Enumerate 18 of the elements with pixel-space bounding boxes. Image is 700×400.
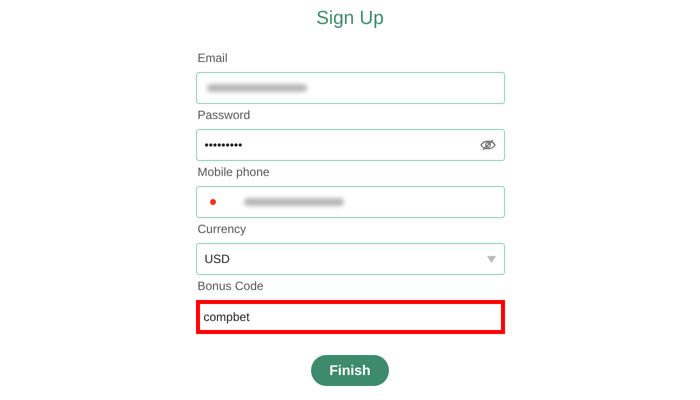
field-label: Email xyxy=(198,51,228,65)
finish-button[interactable]: Finish xyxy=(311,355,389,386)
input-field[interactable]: ••••••••• xyxy=(196,129,504,161)
page-title: Sign Up xyxy=(315,7,385,31)
field-label: Bonus Code xyxy=(198,279,264,293)
field-value: USD xyxy=(204,251,230,268)
field-value: ••••••••• xyxy=(204,137,242,154)
input-field[interactable] xyxy=(196,72,504,104)
input-field[interactable] xyxy=(196,186,504,218)
eye-icon[interactable] xyxy=(480,139,496,151)
field-value: compbet xyxy=(204,309,250,326)
field-label: Mobile phone xyxy=(198,165,270,179)
flag-icon xyxy=(210,199,216,205)
dropdown-caret-icon[interactable] xyxy=(486,256,496,262)
input-field[interactable]: compbet xyxy=(196,300,504,334)
field-label: Currency xyxy=(198,222,246,236)
input-field[interactable]: USD xyxy=(196,243,504,275)
field-label: Password xyxy=(198,108,250,122)
